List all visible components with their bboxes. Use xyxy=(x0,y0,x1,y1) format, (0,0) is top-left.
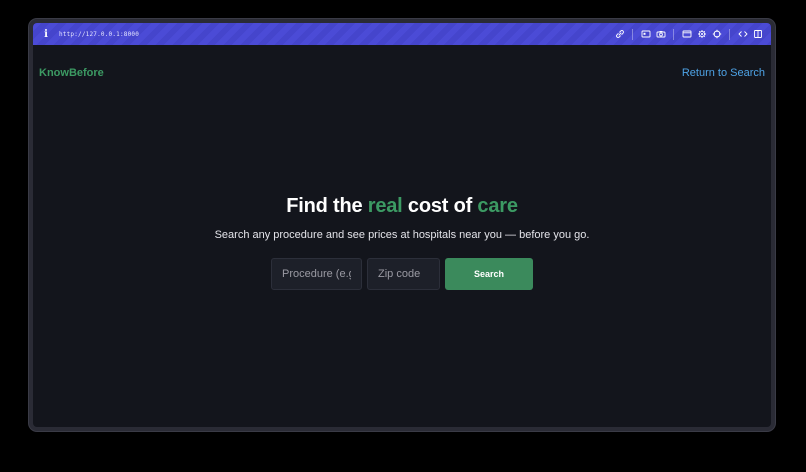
code-icon[interactable] xyxy=(736,27,750,41)
gear-icon[interactable] xyxy=(695,27,709,41)
search-form: Search xyxy=(33,258,771,290)
toolbar-divider xyxy=(632,28,633,40)
window-icon[interactable] xyxy=(680,27,694,41)
hero-section: Find the real cost of care Search any pr… xyxy=(33,195,771,241)
browser-window: i http://127.0.0.1:8000 KnowBefore Retur… xyxy=(29,19,775,431)
camera-icon[interactable] xyxy=(654,27,668,41)
toolbar-divider xyxy=(673,28,674,40)
crosshair-icon[interactable] xyxy=(710,27,724,41)
link-icon[interactable] xyxy=(613,27,627,41)
hero-title-part: cost of xyxy=(402,195,478,217)
hero-title-accent: real xyxy=(367,195,403,217)
sidebar-icon[interactable] xyxy=(751,27,765,41)
browser-viewport: i http://127.0.0.1:8000 KnowBefore Retur… xyxy=(33,23,771,427)
url-bar: i http://127.0.0.1:8000 xyxy=(33,23,771,45)
procedure-input[interactable] xyxy=(271,258,362,290)
hero-title: Find the real cost of care xyxy=(33,195,771,218)
toolbar-divider xyxy=(729,28,730,40)
info-icon[interactable]: i xyxy=(41,29,51,40)
brand-logo[interactable]: KnowBefore xyxy=(39,67,104,79)
url-text[interactable]: http://127.0.0.1:8000 xyxy=(59,31,139,38)
return-to-search-link[interactable]: Return to Search xyxy=(682,67,765,79)
browser-toolbar xyxy=(612,27,765,41)
id-card-icon[interactable] xyxy=(639,27,653,41)
search-button[interactable]: Search xyxy=(445,258,533,290)
hero-title-part: Find the xyxy=(286,195,368,217)
hero-title-accent: care xyxy=(477,195,518,217)
hero-subtitle: Search any procedure and see prices at h… xyxy=(214,229,590,241)
zip-code-input[interactable] xyxy=(367,258,440,290)
